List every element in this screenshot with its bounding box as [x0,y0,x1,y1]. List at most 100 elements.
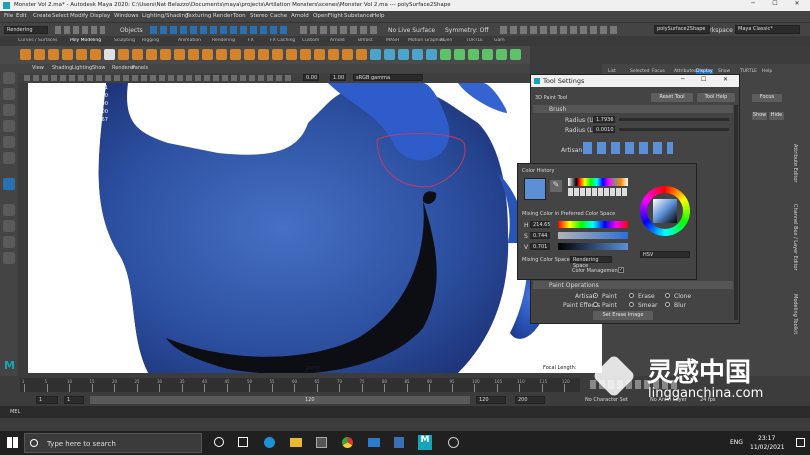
shelf-icon-12[interactable] [188,49,199,60]
shelf-tab-11[interactable]: MASH [386,38,399,43]
shelf-tab-9[interactable]: Arnold [330,38,345,43]
shelf-tab-0[interactable]: Curves / Surfaces [18,38,58,43]
menu-file[interactable]: File [4,13,13,19]
mixing-space-dropdown[interactable]: Rendering Space [570,256,612,269]
colorspace-dropdown[interactable]: sRGB gamma [353,74,423,81]
menu-create[interactable]: Create [33,13,51,19]
lang-indicator[interactable]: ENG [730,439,743,446]
end-frame-field[interactable]: 200 [515,396,545,404]
close-icon[interactable]: ✕ [723,76,728,83]
objects-mode[interactable]: Objects [120,27,143,34]
show-button[interactable]: Show [752,112,767,120]
shelf-icon-3[interactable] [62,49,73,60]
shelf-icon-14[interactable] [216,49,227,60]
menu-select[interactable]: Select [52,13,69,19]
menu-display[interactable]: Display [90,13,110,19]
shelf-icon-8[interactable] [132,49,143,60]
shelf-icon-29[interactable] [426,49,437,60]
edge-icon[interactable] [264,437,275,448]
shelf-icon-26[interactable] [384,49,395,60]
shelf-icon-23[interactable] [342,49,353,60]
shelf-icon-16[interactable] [244,49,255,60]
menu-openflight[interactable]: OpenFlight [313,13,343,19]
modeling-toolkit-vtab[interactable]: Modeling Toolkit [792,294,798,334]
brush-profile-icons[interactable] [583,142,673,154]
mail-icon[interactable] [368,438,380,447]
menu-cache[interactable]: Cache [270,13,287,19]
shelf-icon-21[interactable] [314,49,325,60]
start-frame-field[interactable]: 1 [36,396,58,404]
shelf-icon-10[interactable] [160,49,171,60]
focus-button[interactable]: Focus [752,94,782,102]
viewport-menu-lighting[interactable]: Lighting [72,65,92,71]
radius-u-slider[interactable] [619,118,729,121]
rotate-tool-icon[interactable] [3,136,15,148]
h-slider[interactable] [558,221,628,228]
current-color-swatch[interactable] [524,178,546,200]
s-slider[interactable] [558,232,628,239]
clock-time[interactable]: 23:17 [758,435,775,442]
shelf-icon-32[interactable] [468,49,479,60]
exposure-field[interactable]: 0.00 [303,74,319,81]
radius-l-field[interactable]: 0.0010 [593,126,615,133]
shelf-icon-30[interactable] [440,49,451,60]
menu-texturing[interactable]: Texturing [186,13,211,19]
shelf-icon-31[interactable] [454,49,465,60]
color-history-swatches-2[interactable] [568,188,628,196]
hide-button[interactable]: Hide [769,112,784,120]
task-view-icon[interactable] [214,437,224,447]
range-bar[interactable] [90,396,470,404]
menu-arnold[interactable]: Arnold [291,13,309,19]
shelf-tab-15[interactable]: Gam [494,38,505,43]
menu-lightingshading[interactable]: Lighting/Shading [142,13,188,19]
erase-radio[interactable] [629,293,634,298]
color-management-checkbox[interactable]: ✓ [618,267,624,273]
range-end-field[interactable]: 120 [476,396,506,404]
hypershade-icon[interactable] [3,252,15,264]
menu-set-dropdown[interactable]: Rendering [4,26,48,34]
shelf-icon-19[interactable] [286,49,297,60]
shelf-icon-5[interactable] [90,49,101,60]
symmetry-setting[interactable]: Symmetry: Off [445,27,488,34]
shelf-tab-14[interactable]: TURTLE [466,38,483,43]
shelf-tab-5[interactable]: Rendering [212,38,235,43]
shelf-icon-25[interactable] [370,49,381,60]
set-erase-image-button[interactable]: Set Erase Image [593,311,653,320]
minimize-icon[interactable]: ─ [744,0,762,11]
paint-tool-icon[interactable] [3,178,15,190]
eyedropper-icon[interactable]: ✎ [550,180,562,192]
shelf-icon-0[interactable] [20,49,31,60]
menu-stereo[interactable]: Stereo [250,13,268,19]
maximize-icon[interactable]: ☐ [701,76,706,83]
menu-edit[interactable]: Edit [16,13,27,19]
file-explorer-icon[interactable] [290,438,302,447]
shelf-icon-34[interactable] [496,49,507,60]
3d-viewport[interactable]: persp Focal Length: [28,83,602,373]
shelf-icon-22[interactable] [328,49,339,60]
shelf-tab-2[interactable]: Sculpting [114,38,135,43]
reset-tool-button[interactable]: Reset Tool [651,93,693,102]
shelf-tab-10[interactable]: Bifrost [358,38,373,43]
v-field[interactable]: 0.701 [530,243,550,250]
shelf-icon-15[interactable] [230,49,241,60]
shelf-icon-27[interactable] [398,49,409,60]
shelf-icon-6[interactable] [104,49,115,60]
maya-taskbar-icon[interactable]: M [418,435,432,450]
outliner-icon[interactable] [3,236,15,248]
menu-substance[interactable]: Substance [344,13,373,19]
shelf-tab-1[interactable]: Poly Modeling [70,38,101,43]
workspace-dropdown[interactable]: Maya Classic* [735,25,800,34]
viewport-menu-show[interactable]: Show [92,65,106,71]
shelf-icon-11[interactable] [174,49,185,60]
menu-render[interactable]: Render [213,13,233,19]
four-view-icon[interactable] [3,220,15,232]
menu-modify[interactable]: Modify [70,13,88,19]
minimize-icon[interactable]: ─ [681,76,685,83]
shelf-icon-7[interactable] [118,49,129,60]
shelf-icon-4[interactable] [76,49,87,60]
scrollbar[interactable] [734,105,738,320]
tool-help-button[interactable]: Tool Help [697,93,735,102]
clock-date[interactable]: 11/02/2021 [750,444,785,451]
shelf-icon-1[interactable] [34,49,45,60]
right-panel-tab-6[interactable]: TURTLE [740,69,757,74]
